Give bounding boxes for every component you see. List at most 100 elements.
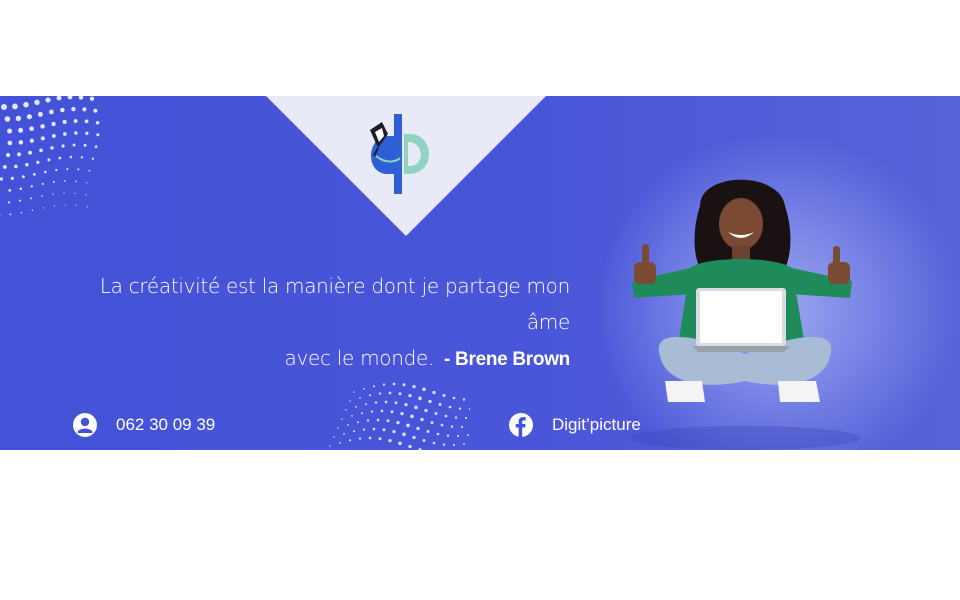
decor-dot [388,438,392,443]
decor-dot [458,407,462,410]
decor-dot [463,443,465,445]
decor-dot [442,443,446,446]
decor-dot [40,136,45,141]
decor-dot [418,396,422,401]
decor-dot [408,393,412,398]
decor-dot [60,107,65,113]
decor-dot [40,124,45,129]
decor-dot [351,414,353,417]
decor-dot [440,423,444,427]
decor-dot [400,411,404,416]
decor-dot [359,396,361,399]
decor-dot [85,131,89,135]
decor-dot [69,155,73,159]
decor-dot [442,394,446,398]
decor-dot [446,434,450,437]
decor-dot [444,414,448,418]
decor-dot [460,425,464,429]
decor-dot [49,109,54,115]
decor-dot [55,168,58,172]
decor-dot [366,419,370,422]
decor-dot [386,419,390,423]
decor-dot [343,432,345,435]
decor-dot [452,396,456,400]
phone-number: 062 30 09 39 [116,415,216,434]
decor-dot [422,387,426,392]
decor-dot [422,439,426,443]
decor-dot [355,405,357,408]
decor-dot [434,412,438,416]
decor-dot [333,436,335,438]
decor-dot [82,107,87,112]
decor-dot [66,167,69,171]
decor-dot [78,96,84,100]
decor-dot [63,192,65,194]
decor-dot [12,103,18,110]
decor-dot [432,390,436,395]
decor-dot [412,384,416,389]
woman-with-laptop-photo [630,179,860,450]
decor-dot [8,189,12,192]
decor-dot [75,180,77,183]
decor-dot [414,405,418,410]
decor-dot [7,140,13,146]
decor-dot [339,441,341,444]
decor-dot [74,192,76,194]
decor-dot [370,410,374,413]
decor-dot [96,133,100,137]
decor-dot [382,428,386,432]
decor-dot [384,400,388,404]
decor-dot [77,168,80,171]
decor-dot [372,427,376,431]
decor-dot [358,437,362,440]
quote-author: - Brene Brown [444,349,570,370]
decor-dot [398,441,402,446]
decor-dot [75,204,77,206]
quote-block: La créativité est la manière dont je par… [60,268,570,378]
decor-dot [17,152,22,157]
decor-dot [37,111,43,117]
decor-dot [410,414,414,419]
decor-dot [91,157,94,160]
decor-dot [398,392,402,396]
quote-line-1: La créativité est la manière dont je par… [99,274,570,334]
decor-dot [356,421,360,424]
decor-dot [52,193,54,195]
decor-dot [29,126,34,132]
decor-dot [94,145,98,149]
dotted-wave-decoration-top-left [0,96,100,216]
facebook-icon [509,413,533,437]
brand-logo [370,114,430,194]
decor-dot [30,185,33,188]
decor-dot [31,209,34,212]
decor-dot [51,121,56,127]
decor-dot [18,199,22,202]
decor-dot [396,420,400,425]
decor-dot [39,148,43,153]
decor-dot [349,400,351,402]
decor-dot [4,116,11,122]
decor-dot [10,176,14,180]
quote-line-2-wrapper: avec le monde. - Brene Brown [60,340,571,378]
decor-dot [88,169,91,172]
decor-dot [62,119,67,125]
decor-dot [44,170,47,174]
decor-dot [329,445,331,447]
decor-dot [2,165,7,169]
decor-dot [378,437,382,441]
user-circle-icon [73,413,97,437]
decor-dot [53,205,55,207]
decor-dot [30,197,32,200]
decor-dot [28,150,32,155]
phone-contact: 062 30 09 39 [72,412,215,438]
decor-dot [61,144,65,148]
decor-dot [450,425,454,428]
decor-dot [412,435,416,440]
decor-dot [84,119,89,124]
decor-dot [64,204,66,206]
decor-dot [47,158,51,162]
decor-dot [18,127,24,133]
decor-dot [348,439,352,442]
dotted-wave-decoration-bottom [329,382,470,450]
quote-line-2: avec le monde. [284,346,435,370]
